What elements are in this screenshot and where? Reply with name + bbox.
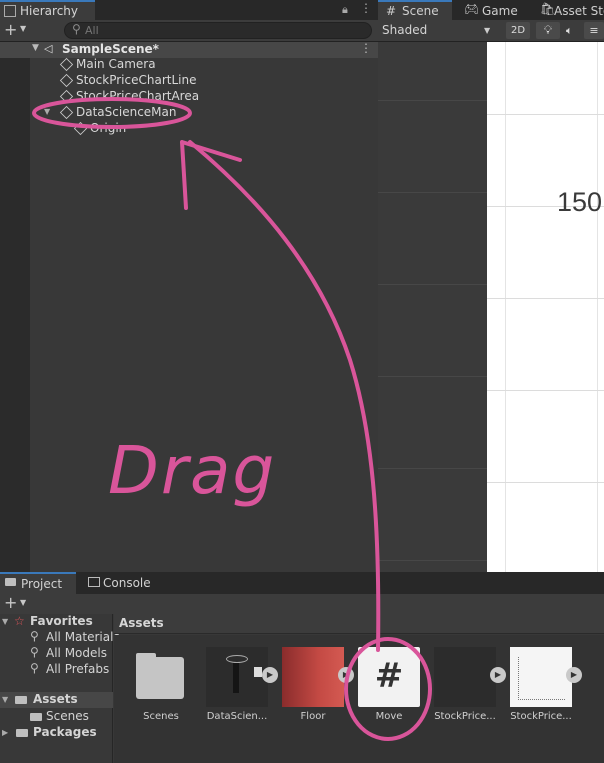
assets-breadcrumb: Assets xyxy=(114,614,604,634)
asset-name: Scenes xyxy=(143,711,179,722)
hierarchy-icon xyxy=(4,5,16,17)
hierarchy-search[interactable]: ⚲ xyxy=(64,22,372,39)
expand-triangle-icon[interactable]: ▶ xyxy=(2,728,8,737)
asset-stock-price-1[interactable]: ▶ StockPrice... xyxy=(428,645,506,735)
effects-icon[interactable]: ≡ xyxy=(584,22,604,39)
chevron-down-icon[interactable]: ▼ xyxy=(484,26,490,35)
asset-stock-price-2[interactable]: ▶ StockPrice... xyxy=(504,645,582,735)
lock-icon[interactable]: 🔒︎ xyxy=(342,3,348,17)
tab-scene-label: Scene xyxy=(402,4,439,18)
chart-axis-label: 150 xyxy=(557,187,603,217)
tree-favorites-label: Favorites xyxy=(30,614,93,628)
unity-scene-icon: ◁ xyxy=(44,42,53,55)
scene-menu-icon[interactable]: ⋮ xyxy=(360,41,372,55)
tab-asset-store[interactable]: 🛍︎ Asset Sto xyxy=(536,0,604,20)
asset-move-script[interactable]: # Move xyxy=(352,645,424,735)
asset-floor-material[interactable]: ▶ Floor xyxy=(276,645,354,735)
tree-item-label: All Prefabs xyxy=(46,662,110,676)
folder-icon xyxy=(30,713,42,721)
scene-tab-bar: # Scene 🎮︎ Game 🛍︎ Asset Sto xyxy=(378,0,604,22)
star-icon: ☆ xyxy=(14,614,25,628)
audio-icon[interactable]: 🔈︎ xyxy=(566,22,582,39)
asset-name: StockPrice... xyxy=(434,711,496,722)
chart-grid-line xyxy=(505,42,506,572)
asset-name: Move xyxy=(375,711,403,722)
kebab-menu-icon[interactable]: ⋮ xyxy=(360,1,372,15)
hierarchy-item-label: StockPriceChartArea xyxy=(76,89,200,103)
tab-asset-store-label: Asset Sto xyxy=(554,4,604,18)
stock-chart-plane xyxy=(487,42,604,572)
folder-icon xyxy=(15,696,27,704)
store-icon: 🛍︎ xyxy=(540,2,556,16)
asset-data-science-man[interactable]: ▶ DataScien... xyxy=(200,645,278,735)
chart-grid-line xyxy=(597,42,598,572)
folder-icon xyxy=(5,578,16,586)
tree-item-label: All Materials xyxy=(46,630,120,644)
folder-icon xyxy=(16,729,28,737)
hierarchy-scene-row[interactable]: ▼ ◁ SampleScene* ⋮ xyxy=(0,41,378,58)
chevron-down-icon[interactable]: ▼ xyxy=(20,598,26,607)
chart-grid-line xyxy=(487,390,604,391)
tree-item-label: Scenes xyxy=(46,709,89,723)
tree-assets-label: Assets xyxy=(33,692,78,706)
asset-scenes-folder[interactable]: Scenes xyxy=(124,645,196,735)
search-icon: ⚲ xyxy=(72,22,81,36)
gamepad-icon: 🎮︎ xyxy=(464,2,480,16)
grid-icon: # xyxy=(386,4,397,18)
tab-console[interactable]: Console xyxy=(84,572,164,594)
chevron-down-icon[interactable]: ▼ xyxy=(20,24,26,33)
project-tab-bar: Project Console xyxy=(0,572,604,594)
expand-triangle-icon[interactable]: ▼ xyxy=(2,695,8,704)
add-icon[interactable]: + xyxy=(4,20,17,39)
tree-item-label: All Models xyxy=(46,646,107,660)
hierarchy-tab-bar: Hierarchy 🔒︎ ⋮ xyxy=(0,0,378,20)
tab-console-label: Console xyxy=(103,576,151,590)
hierarchy-item-label: StockPriceChartLine xyxy=(76,73,197,87)
hierarchy-gutter xyxy=(0,42,30,572)
hierarchy-item-label: Main Camera xyxy=(76,57,156,71)
annotation-drag-text: Drag xyxy=(108,432,277,509)
tab-scene[interactable]: # Scene xyxy=(378,0,452,22)
prefab-thumbnail-icon xyxy=(510,647,572,707)
asset-name: Floor xyxy=(300,711,326,722)
expand-triangle-icon[interactable]: ▼ xyxy=(32,43,39,53)
tab-hierarchy[interactable]: Hierarchy xyxy=(0,0,95,20)
search-icon: ⚲ xyxy=(30,645,39,659)
assets-breadcrumb-label: Assets xyxy=(119,616,164,630)
scene-toolbar: Shaded ▼ 2D 💡︎ 🔈︎ ≡ xyxy=(378,20,604,42)
tab-game[interactable]: 🎮︎ Game xyxy=(460,0,534,20)
prefab-thumbnail-icon xyxy=(206,647,268,707)
expand-triangle-icon[interactable]: ▼ xyxy=(44,107,50,116)
csharp-script-icon: # xyxy=(358,647,420,707)
tab-project-label: Project xyxy=(21,577,63,591)
console-icon xyxy=(88,577,100,587)
lightbulb-icon[interactable]: 💡︎ xyxy=(536,22,560,39)
hierarchy-item-label: DataScienceMan xyxy=(76,105,177,119)
expand-triangle-icon[interactable]: ▼ xyxy=(2,617,8,626)
material-thumbnail-icon xyxy=(282,647,344,707)
tree-packages-label: Packages xyxy=(33,725,97,739)
prefab-thumbnail-icon xyxy=(434,647,496,707)
chart-grid-line xyxy=(487,114,604,115)
hierarchy-item-label: Origin xyxy=(90,121,127,135)
chart-grid-line xyxy=(487,298,604,299)
folder-icon xyxy=(130,647,192,707)
tab-game-label: Game xyxy=(482,4,518,18)
chart-grid-line xyxy=(487,482,604,483)
hierarchy-toolbar: + ▼ ⚲ xyxy=(0,20,378,42)
search-icon: ⚲ xyxy=(30,629,39,643)
asset-name: DataScien... xyxy=(206,711,268,722)
play-icon[interactable]: ▶ xyxy=(566,667,582,683)
add-icon[interactable]: + xyxy=(4,593,17,612)
search-input[interactable] xyxy=(85,24,355,37)
tab-project[interactable]: Project xyxy=(0,572,76,594)
shading-mode-dropdown[interactable]: Shaded xyxy=(382,23,427,37)
tree-assets[interactable]: ▼ Assets xyxy=(0,692,113,708)
project-toolbar: + ▼ xyxy=(0,593,604,614)
tab-hierarchy-label: Hierarchy xyxy=(20,4,79,18)
toggle-2d-button[interactable]: 2D xyxy=(506,22,530,39)
scene-name: SampleScene* xyxy=(62,42,159,56)
asset-name: StockPrice... xyxy=(510,711,572,722)
search-icon: ⚲ xyxy=(30,661,39,675)
